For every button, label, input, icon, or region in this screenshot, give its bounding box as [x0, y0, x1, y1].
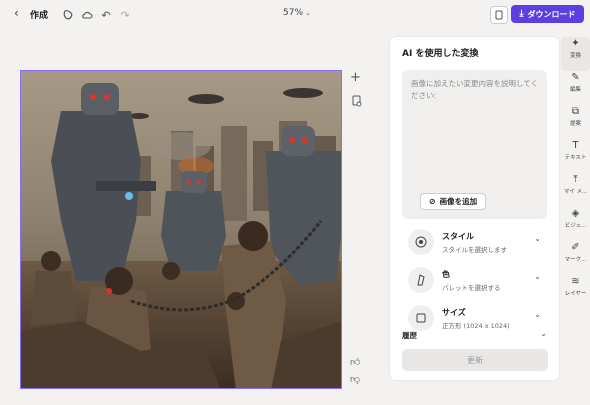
tool-rail: ✦ 変換 ✎ 編集 ⧉ 提案 T テキスト ⤒ マイ メ... ◈ ビジュ...…	[561, 37, 590, 307]
panel-title: AI を使用した変換	[402, 49, 479, 59]
style-sub: スタイルを選択します	[442, 246, 507, 254]
chevron-down-icon: ⌄	[534, 234, 541, 243]
upload-icon: ⤒	[573, 174, 578, 185]
download-label: ダウンロード	[527, 9, 576, 19]
chevron-down-icon: ⌄	[540, 329, 547, 338]
style-option[interactable]: スタイル スタイルを選択します ⌄	[402, 227, 547, 257]
rail-item-label: 編集	[569, 87, 581, 93]
size-icon	[408, 305, 434, 331]
rail-item-markup[interactable]: ✐ マーク...	[561, 241, 590, 275]
prompt-input[interactable]: 画像に加えたい変更内容を説明してください: ⊘ 画像を追加	[402, 70, 547, 219]
cloud-icon[interactable]	[79, 7, 95, 23]
rail-item-visuals[interactable]: ◈ ビジュ...	[561, 207, 590, 241]
image-settings-icon[interactable]	[352, 95, 362, 110]
history-label: 履歴	[402, 331, 417, 340]
visuals-icon: ◈	[571, 208, 580, 219]
update-label: 更新	[467, 355, 483, 365]
thumbs-down-icon[interactable]: 👎︎	[350, 373, 360, 385]
size-label: サイズ	[442, 308, 466, 317]
thumbs-up-icon[interactable]: 👍︎	[350, 356, 360, 368]
layers-icon: ≋	[571, 276, 580, 287]
copy-button[interactable]	[490, 6, 508, 24]
pencil-icon: ✎	[571, 72, 580, 83]
style-label: スタイル	[442, 232, 474, 241]
prompt-placeholder: 画像に加えたい変更内容を説明してください:	[411, 79, 539, 100]
top-bar: ‹ 作成 ↶ ↷ 57% ⌄ ⤓ ダウンロード	[0, 0, 590, 30]
rail-item-label: テキスト	[564, 155, 587, 161]
update-button[interactable]: 更新	[402, 349, 548, 371]
size-sub: 正方形 (1024 x 1024)	[442, 322, 510, 330]
add-icon[interactable]: +	[350, 70, 361, 85]
page-title: 作成	[30, 11, 49, 21]
text-icon: T	[572, 140, 579, 151]
canvas-image[interactable]	[20, 70, 342, 389]
add-image-label: 画像を追加	[439, 197, 478, 206]
color-label: 色	[442, 270, 450, 279]
rail-item-transform[interactable]: ✦ 変換	[561, 37, 590, 71]
zoom-value: 57%	[283, 8, 304, 18]
rail-item-label: 提案	[569, 121, 581, 127]
download-icon: ⤓	[519, 9, 524, 19]
rail-item-my-media[interactable]: ⤒ マイ メ...	[561, 173, 590, 207]
rail-item-label: マイ メ...	[563, 189, 588, 195]
back-chevron-icon[interactable]: ‹	[14, 6, 19, 20]
download-button[interactable]: ⤓ ダウンロード	[511, 5, 584, 23]
generated-image	[21, 71, 341, 388]
shapes-icon: ⧉	[571, 106, 580, 117]
palette-icon	[408, 267, 434, 293]
attach-icon: ⊘	[428, 197, 436, 206]
history-section[interactable]: 履歴 ⌄	[402, 329, 547, 342]
chevron-down-icon: ⌄	[534, 310, 541, 319]
color-sub: パレットを選択する	[442, 284, 501, 292]
chevron-down-icon: ⌄	[534, 272, 541, 281]
color-option[interactable]: 色 パレットを選択する ⌄	[402, 265, 547, 295]
lasso-icon[interactable]	[60, 7, 76, 23]
rail-item-label: マーク...	[564, 257, 587, 263]
rail-item-edit[interactable]: ✎ 編集	[561, 71, 590, 105]
undo-icon[interactable]: ↶	[98, 7, 114, 23]
redo-icon[interactable]: ↷	[117, 7, 133, 23]
zoom-selector[interactable]: 57% ⌄	[283, 8, 311, 18]
rail-item-label: ビジュ...	[564, 223, 587, 229]
style-icon	[408, 229, 434, 255]
sparkle-icon: ✦	[571, 38, 580, 49]
ai-transform-panel: AI を使用した変換 画像に加えたい変更内容を説明してください: ⊘ 画像を追加 …	[390, 37, 559, 380]
rail-item-layers[interactable]: ≋ レイヤー	[561, 275, 590, 309]
size-option[interactable]: サイズ 正方形 (1024 x 1024) ⌄	[402, 303, 547, 333]
rail-item-suggest[interactable]: ⧉ 提案	[561, 105, 590, 139]
add-image-button[interactable]: ⊘ 画像を追加	[420, 193, 486, 210]
chevron-down-icon: ⌄	[305, 9, 311, 17]
pen-icon: ✐	[571, 242, 580, 253]
rail-item-label: レイヤー	[564, 291, 587, 297]
rail-item-label: 変換	[569, 53, 581, 59]
rail-item-text[interactable]: T テキスト	[561, 139, 590, 173]
